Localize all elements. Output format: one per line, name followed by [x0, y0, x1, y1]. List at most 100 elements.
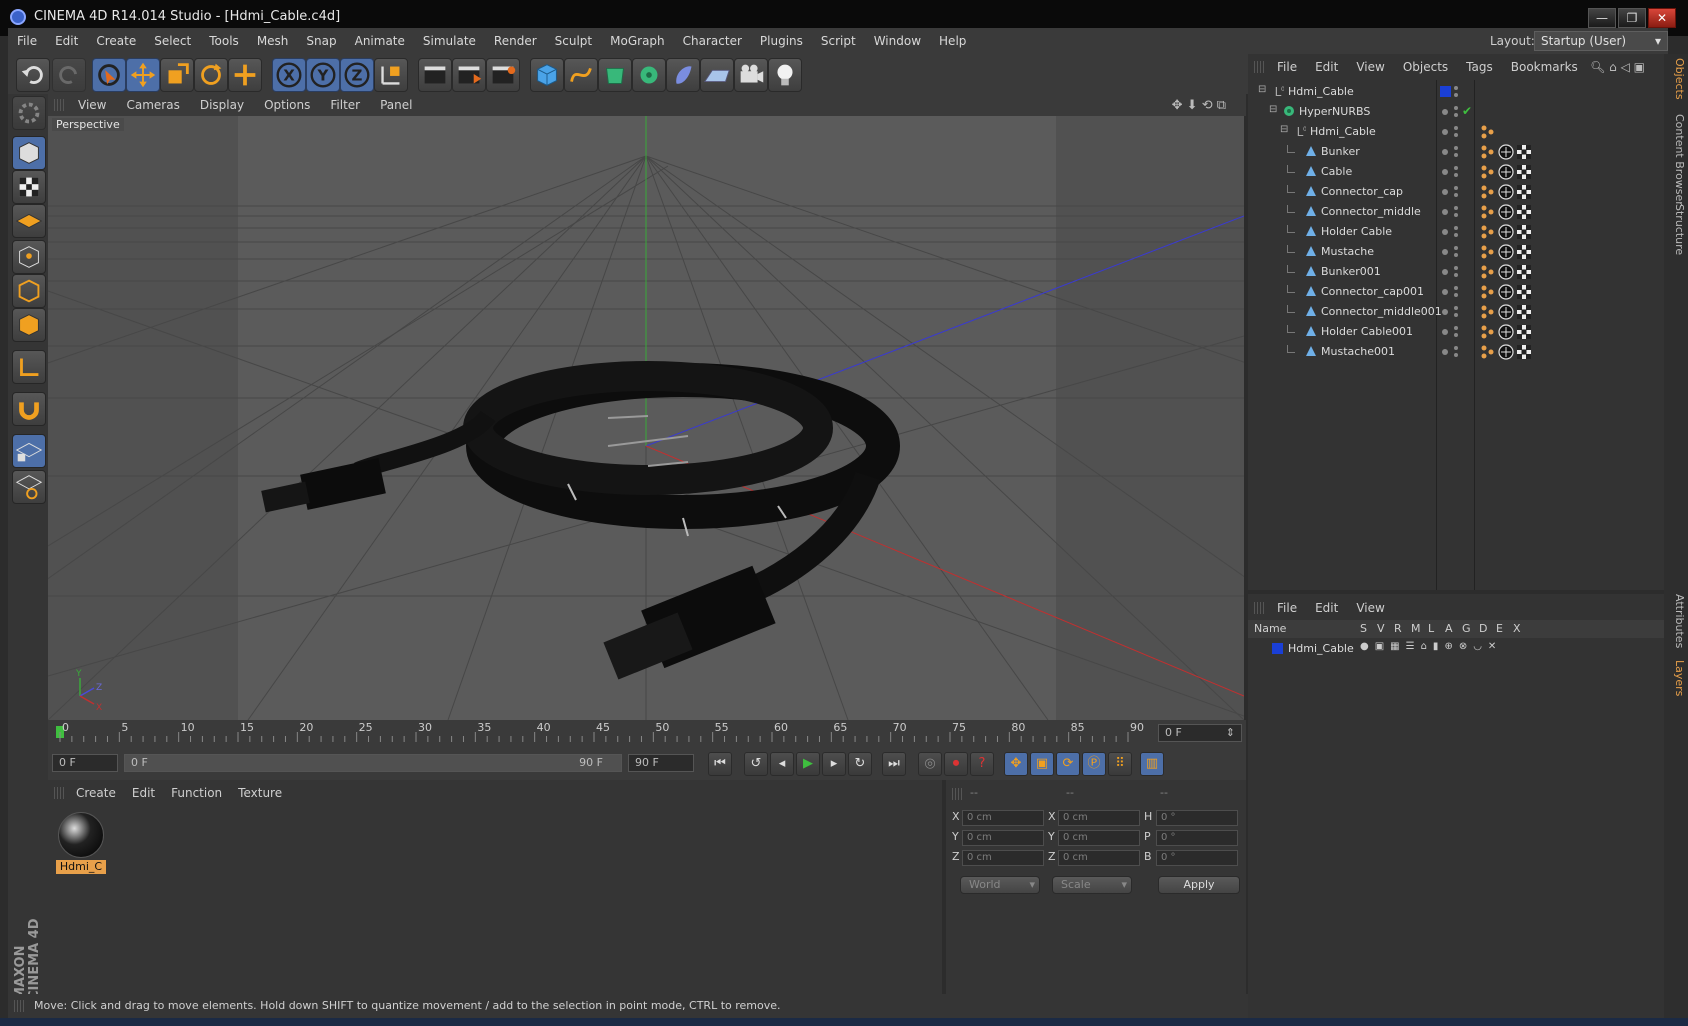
uvw-tag-icon[interactable]: [1516, 204, 1532, 220]
render-visibility-dot[interactable]: [1454, 273, 1458, 277]
visibility-dot[interactable]: [1442, 289, 1448, 295]
uvw-tag-icon[interactable]: [1516, 284, 1532, 300]
editor-visibility-dot[interactable]: [1454, 206, 1458, 210]
x-axis-button[interactable]: X: [272, 58, 306, 92]
object-name[interactable]: Holder Cable: [1321, 225, 1392, 238]
play-button[interactable]: ▶: [796, 752, 820, 776]
visibility-dot[interactable]: [1442, 269, 1448, 275]
object-name[interactable]: Bunker001: [1321, 265, 1381, 278]
tab-layers[interactable]: Layers: [1666, 660, 1686, 696]
editor-visibility-dot[interactable]: [1454, 186, 1458, 190]
phong-tag-icon[interactable]: [1480, 304, 1496, 320]
drag-handle-icon[interactable]: [54, 99, 64, 111]
viewport-menu-display[interactable]: Display: [190, 98, 254, 112]
goto-start-button[interactable]: ⏮: [708, 752, 732, 776]
start-frame-field[interactable]: 0 F: [52, 754, 118, 772]
recent-tool-button[interactable]: [228, 58, 262, 92]
y-axis-button[interactable]: Y: [306, 58, 340, 92]
workplane-lock-button[interactable]: [12, 434, 46, 468]
object-row[interactable]: Connector_middle: [1248, 202, 1664, 222]
layer-col-locked[interactable]: L: [1428, 622, 1434, 635]
preview-range-slider[interactable]: 0 F 90 F: [124, 754, 622, 772]
phong-tag-icon[interactable]: [1480, 344, 1496, 360]
render-view-button[interactable]: [418, 58, 452, 92]
phong-tag-icon[interactable]: [1480, 284, 1496, 300]
layer-row[interactable]: Hdmi_Cable ●▣▦☰⌂▮⊕⊗◡✕: [1248, 640, 1664, 658]
drag-handle-icon[interactable]: [952, 788, 962, 800]
viewport-menu-filter[interactable]: Filter: [320, 98, 370, 112]
add-cube-button[interactable]: [530, 58, 564, 92]
collapse-toggle-icon[interactable]: ⊟: [1269, 104, 1281, 116]
visibility-dot[interactable]: [1442, 309, 1448, 315]
uvw-tag-icon[interactable]: [1516, 224, 1532, 240]
menu-tools[interactable]: Tools: [200, 34, 248, 48]
object-name[interactable]: Connector_cap: [1321, 185, 1403, 198]
material-tag-icon[interactable]: [1498, 304, 1514, 320]
add-array-button[interactable]: [632, 58, 666, 92]
rot-p-field[interactable]: 0 °: [1156, 830, 1238, 846]
object-row[interactable]: Connector_cap: [1248, 182, 1664, 202]
render-visibility-dot[interactable]: [1454, 233, 1458, 237]
object-name[interactable]: Bunker: [1321, 145, 1360, 158]
render-visibility-dot[interactable]: [1454, 173, 1458, 177]
pos-x-field[interactable]: 0 cm: [962, 810, 1044, 826]
drag-handle-icon[interactable]: [54, 787, 64, 799]
layer-menu-edit[interactable]: Edit: [1306, 601, 1347, 615]
object-menu-view[interactable]: View: [1347, 60, 1393, 74]
material-tag-icon[interactable]: [1498, 324, 1514, 340]
layer-col-view[interactable]: V: [1377, 622, 1385, 635]
previous-frame-button[interactable]: ◂: [770, 752, 794, 776]
render-visibility-dot[interactable]: [1454, 333, 1458, 337]
add-floor-button[interactable]: [700, 58, 734, 92]
editor-visibility-dot[interactable]: [1454, 86, 1458, 90]
visibility-dot[interactable]: [1442, 189, 1448, 195]
current-frame-field[interactable]: 0 F ⇕: [1158, 724, 1242, 742]
size-x-field[interactable]: 0 cm: [1058, 810, 1140, 826]
menu-snap[interactable]: Snap: [297, 34, 345, 48]
editor-visibility-dot[interactable]: [1454, 326, 1458, 330]
tab-content-browser[interactable]: Content Browser: [1666, 114, 1686, 206]
object-name[interactable]: Hdmi_Cable: [1288, 85, 1354, 98]
viewport-navigation-icons[interactable]: ✥ ⬇ ⟲ ⧉: [1162, 98, 1236, 113]
viewport-menu-panel[interactable]: Panel: [370, 98, 422, 112]
layer-menu-file[interactable]: File: [1268, 601, 1306, 615]
menu-sculpt[interactable]: Sculpt: [546, 34, 601, 48]
object-row[interactable]: Connector_cap001: [1248, 282, 1664, 302]
editor-visibility-dot[interactable]: [1454, 106, 1458, 110]
tab-attributes[interactable]: Attributes: [1666, 594, 1686, 648]
viewport-menu-view[interactable]: View: [68, 98, 116, 112]
viewport-menu-options[interactable]: Options: [254, 98, 320, 112]
material-tag-icon[interactable]: [1498, 244, 1514, 260]
phong-tag-icon[interactable]: [1480, 204, 1496, 220]
collapse-toggle-icon[interactable]: ⊟: [1280, 124, 1292, 136]
layer-col-name[interactable]: Name: [1254, 622, 1286, 635]
material-menu-texture[interactable]: Texture: [230, 786, 290, 800]
object-name[interactable]: Hdmi_Cable: [1310, 125, 1376, 138]
uvw-tag-icon[interactable]: [1516, 144, 1532, 160]
scale-tool-button[interactable]: [160, 58, 194, 92]
visibility-dot[interactable]: [1442, 349, 1448, 355]
material-tag-icon[interactable]: [1498, 344, 1514, 360]
object-name[interactable]: Mustache001: [1321, 345, 1395, 358]
material-menu-function[interactable]: Function: [163, 786, 230, 800]
layer-name[interactable]: Hdmi_Cable: [1288, 642, 1354, 655]
phong-tag-icon[interactable]: [1480, 124, 1496, 140]
phong-tag-icon[interactable]: [1480, 224, 1496, 240]
editor-visibility-dot[interactable]: [1454, 226, 1458, 230]
restore-button[interactable]: ❐: [1618, 8, 1646, 28]
visibility-dot[interactable]: [1442, 249, 1448, 255]
menu-animate[interactable]: Animate: [346, 34, 414, 48]
edges-mode-button[interactable]: [12, 274, 46, 308]
material-name[interactable]: Hdmi_C: [56, 860, 106, 874]
material-tag-icon[interactable]: [1498, 204, 1514, 220]
axis-mode-button[interactable]: [12, 350, 46, 384]
size-z-field[interactable]: 0 cm: [1058, 850, 1140, 866]
phong-tag-icon[interactable]: [1480, 264, 1496, 280]
visibility-dot[interactable]: [1442, 329, 1448, 335]
texture-mode-button[interactable]: [12, 170, 46, 204]
object-name[interactable]: HyperNURBS: [1299, 105, 1370, 118]
layer-color-swatch[interactable]: [1272, 643, 1283, 654]
object-row[interactable]: Bunker: [1248, 142, 1664, 162]
z-axis-button[interactable]: Z: [340, 58, 374, 92]
object-row[interactable]: Holder Cable: [1248, 222, 1664, 242]
